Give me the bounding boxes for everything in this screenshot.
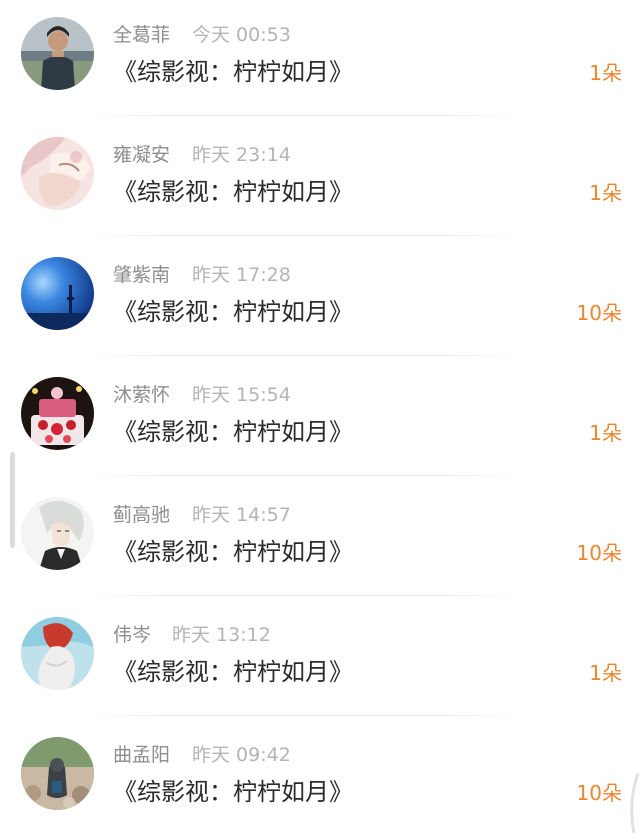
divider xyxy=(84,115,524,116)
avatar-anime-pastel-icon xyxy=(21,137,94,210)
list-item[interactable]: 曲孟阳 昨天 09:42 《综影视：柠柠如月》 10朵 xyxy=(0,720,640,840)
list-item[interactable]: 雍凝安 昨天 23:14 《综影视：柠柠如月》 1朵 xyxy=(0,120,640,240)
message-time: 今天 00:53 xyxy=(192,24,291,46)
book-title[interactable]: 《综影视：柠柠如月》 xyxy=(113,175,353,209)
list-item[interactable]: 沐萦怀 昨天 15:54 《综影视：柠柠如月》 1朵 xyxy=(0,360,640,480)
avatar[interactable] xyxy=(21,137,94,210)
list-item[interactable]: 伟岑 昨天 13:12 《综影视：柠柠如月》 1朵 xyxy=(0,600,640,720)
avatar-birthday-cake-icon xyxy=(21,377,94,450)
gift-count: 10朵 xyxy=(576,781,622,805)
divider xyxy=(84,715,524,716)
sender-name: 伟岑 xyxy=(113,624,152,646)
avatar-otter-rocks-icon xyxy=(21,737,94,810)
gift-count: 10朵 xyxy=(576,301,622,325)
avatar[interactable] xyxy=(21,497,94,570)
book-title[interactable]: 《综影视：柠柠如月》 xyxy=(113,415,353,449)
book-title[interactable]: 《综影视：柠柠如月》 xyxy=(113,295,353,329)
book-title[interactable]: 《综影视：柠柠如月》 xyxy=(113,535,353,569)
sender-name: 雍凝安 xyxy=(113,144,171,166)
message-time: 昨天 23:14 xyxy=(192,144,291,166)
sender-name: 全葛菲 xyxy=(113,24,171,46)
message-list: 全葛菲 今天 00:53 《综影视：柠柠如月》 1朵 雍凝安 昨天 23:14 … xyxy=(0,0,640,833)
sender-name: 曲孟阳 xyxy=(113,744,171,766)
list-item[interactable]: 肇紫南 昨天 17:28 《综影视：柠柠如月》 10朵 xyxy=(0,240,640,360)
gift-count: 1朵 xyxy=(589,421,622,445)
avatar-red-hair-icon xyxy=(21,617,94,690)
message-time: 昨天 09:42 xyxy=(192,744,291,766)
message-time: 昨天 14:57 xyxy=(192,504,291,526)
gift-count: 1朵 xyxy=(589,661,622,685)
avatar-blue-sky-icon xyxy=(21,257,94,330)
message-time: 昨天 17:28 xyxy=(192,264,291,286)
screen-edge-curve xyxy=(630,773,640,833)
gift-count: 10朵 xyxy=(576,541,622,565)
gift-count: 1朵 xyxy=(589,61,622,85)
sender-name: 沐萦怀 xyxy=(113,384,171,406)
gift-count: 1朵 xyxy=(589,181,622,205)
divider xyxy=(84,595,524,596)
divider xyxy=(84,235,524,236)
sender-name: 蓟高驰 xyxy=(113,504,171,526)
avatar[interactable] xyxy=(21,257,94,330)
divider xyxy=(84,355,524,356)
scrollbar[interactable] xyxy=(10,452,15,548)
avatar[interactable] xyxy=(21,617,94,690)
message-time: 昨天 15:54 xyxy=(192,384,291,406)
message-time: 昨天 13:12 xyxy=(172,624,271,646)
book-title[interactable]: 《综影视：柠柠如月》 xyxy=(113,55,353,89)
avatar-anime-white-hair-icon xyxy=(21,497,94,570)
divider xyxy=(84,475,524,476)
avatar[interactable] xyxy=(21,377,94,450)
book-title[interactable]: 《综影视：柠柠如月》 xyxy=(113,775,353,809)
sender-name: 肇紫南 xyxy=(113,264,171,286)
book-title[interactable]: 《综影视：柠柠如月》 xyxy=(113,655,353,689)
avatar[interactable] xyxy=(21,737,94,810)
avatar-man-outdoor-icon xyxy=(21,17,94,90)
list-item[interactable]: 全葛菲 今天 00:53 《综影视：柠柠如月》 1朵 xyxy=(0,0,640,120)
avatar[interactable] xyxy=(21,17,94,90)
list-item[interactable]: 蓟高驰 昨天 14:57 《综影视：柠柠如月》 10朵 xyxy=(0,480,640,600)
